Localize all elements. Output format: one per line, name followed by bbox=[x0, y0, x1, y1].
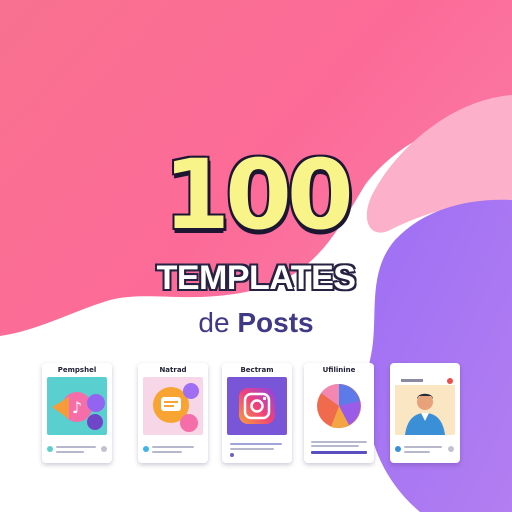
card-title: Natrad bbox=[159, 366, 187, 374]
template-card-chart[interactable]: Ufilinine bbox=[304, 363, 374, 463]
svg-text:♪: ♪ bbox=[72, 398, 82, 417]
template-card-instagram[interactable]: Bectram bbox=[222, 363, 292, 463]
template-count: 100 bbox=[163, 139, 353, 251]
card-footer bbox=[394, 439, 456, 459]
subtitle-prefix: de bbox=[198, 307, 230, 338]
pie-chart-artwork bbox=[309, 377, 369, 435]
instagram-artwork bbox=[227, 377, 287, 435]
chat-artwork bbox=[143, 377, 203, 435]
card-footer bbox=[46, 439, 108, 459]
templates-title: TEMPLATES bbox=[156, 259, 356, 297]
template-card-music[interactable]: Pempshel ♪ bbox=[42, 363, 112, 463]
card-title: Ufilinine bbox=[322, 366, 356, 374]
music-artwork: ♪ bbox=[47, 377, 107, 435]
card-title: Bectram bbox=[240, 366, 274, 374]
template-card-person[interactable] bbox=[390, 363, 460, 463]
card-title: Pempshel bbox=[57, 366, 97, 374]
card-footer bbox=[308, 439, 370, 459]
person-artwork bbox=[395, 377, 455, 435]
subtitle: de Posts bbox=[0, 305, 512, 341]
card-footer bbox=[226, 439, 288, 459]
template-card-chat[interactable]: Natrad bbox=[138, 363, 208, 463]
card-footer bbox=[142, 439, 204, 459]
subtitle-emphasis: Posts bbox=[237, 307, 314, 338]
